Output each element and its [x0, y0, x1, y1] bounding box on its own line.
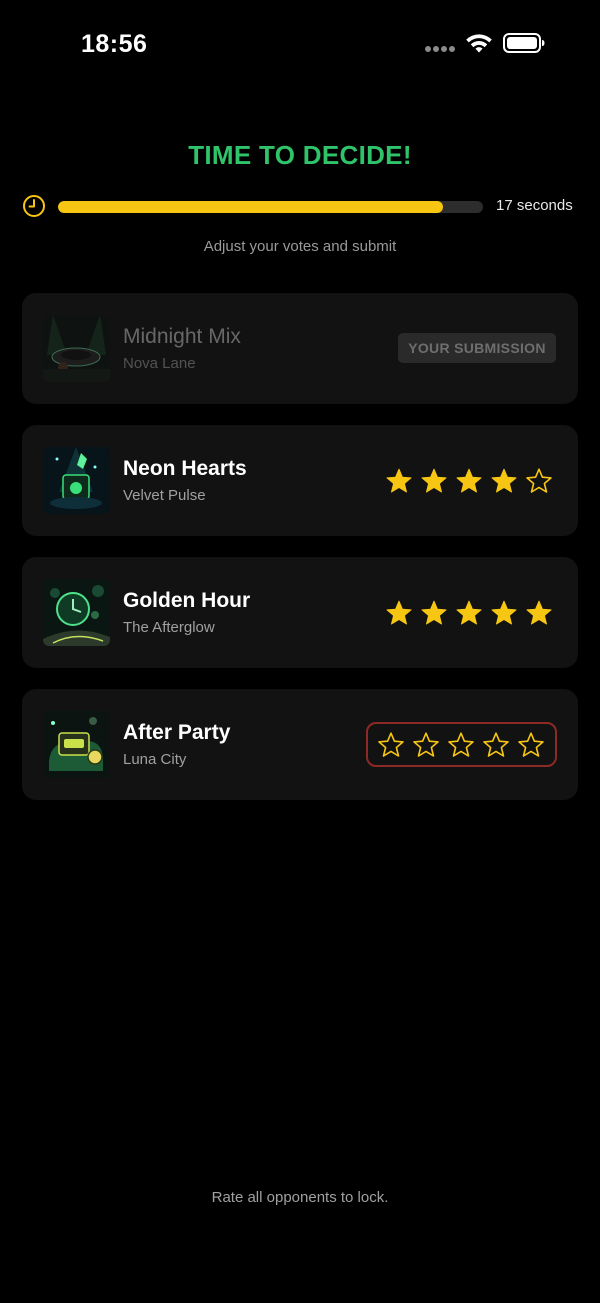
- battery-icon: [503, 33, 545, 53]
- clock-icon: [23, 195, 45, 217]
- footer-note: Rate all opponents to lock.: [211, 1189, 389, 1206]
- star-icon[interactable]: [447, 731, 475, 759]
- opponent-card: Neon Hearts Velvet Pulse: [22, 425, 578, 536]
- star-icon[interactable]: [517, 731, 545, 759]
- album-art: [43, 447, 110, 514]
- time-progress-fill: [58, 201, 443, 213]
- song-title: Neon Hearts: [123, 457, 247, 480]
- star-icon[interactable]: [490, 467, 518, 495]
- status-time: 18:56: [81, 30, 148, 58]
- wifi-icon: [466, 34, 492, 53]
- star-icon[interactable]: [455, 599, 483, 627]
- album-art: [43, 315, 110, 382]
- song-title: Midnight Mix: [123, 325, 241, 348]
- album-art: [43, 579, 110, 646]
- star-icon[interactable]: [455, 467, 483, 495]
- opponent-card: After Party Luna City: [22, 689, 578, 800]
- album-art: [43, 711, 110, 778]
- time-progress-bar: [58, 201, 483, 213]
- star-icon[interactable]: [412, 731, 440, 759]
- cellular-signal-icon: [425, 46, 457, 54]
- song-artist: Velvet Pulse: [123, 487, 206, 504]
- star-icon[interactable]: [385, 599, 413, 627]
- song-artist: Luna City: [123, 751, 187, 768]
- instruction-text: Adjust your votes and submit: [203, 238, 397, 255]
- own-submission-card: Midnight Mix Nova Lane YOUR SUBMISSION: [22, 293, 578, 404]
- song-artist: Nova Lane: [123, 355, 196, 372]
- star-rating[interactable]: [366, 722, 557, 767]
- star-rating[interactable]: [371, 593, 561, 633]
- star-rating[interactable]: [371, 461, 561, 501]
- opponent-card: Golden Hour The Afterglow: [22, 557, 578, 668]
- star-icon[interactable]: [420, 599, 448, 627]
- countdown-timer: 17 seconds: [0, 192, 600, 220]
- your-submission-badge: YOUR SUBMISSION: [398, 333, 556, 363]
- song-title: After Party: [123, 721, 231, 744]
- star-icon[interactable]: [525, 467, 553, 495]
- page-title: TIME TO DECIDE!: [188, 140, 412, 170]
- star-icon[interactable]: [482, 731, 510, 759]
- song-artist: The Afterglow: [123, 619, 215, 636]
- star-icon[interactable]: [490, 599, 518, 627]
- star-icon[interactable]: [525, 599, 553, 627]
- star-icon[interactable]: [420, 467, 448, 495]
- star-icon[interactable]: [377, 731, 405, 759]
- time-remaining-label: 17 seconds: [496, 197, 573, 214]
- star-icon[interactable]: [385, 467, 413, 495]
- status-bar: 18:56: [0, 0, 600, 90]
- song-title: Golden Hour: [123, 589, 251, 612]
